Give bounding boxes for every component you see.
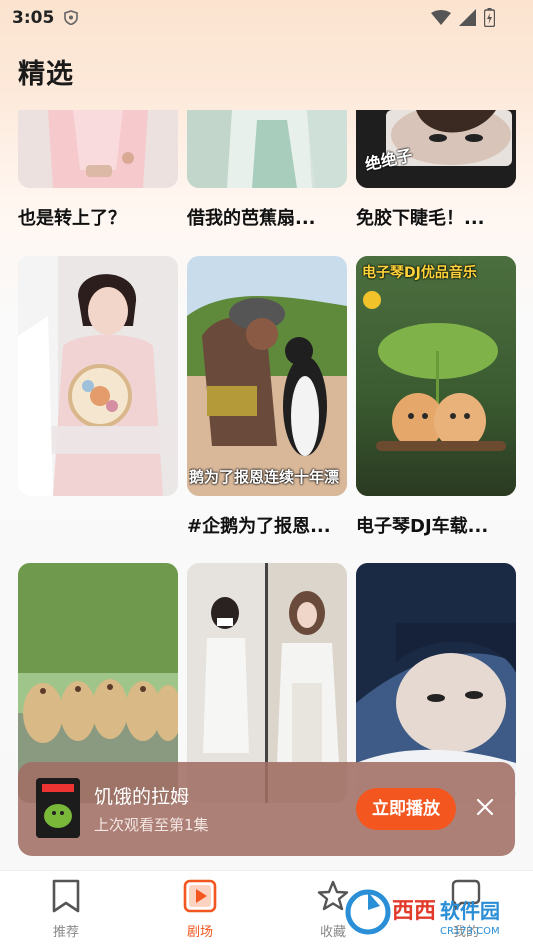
video-thumbnail[interactable]: 鹅为了报恩连续十年漂	[187, 256, 347, 496]
svg-text:软件园: 软件园	[440, 899, 500, 923]
video-title: 借我的芭蕉扇...	[187, 208, 316, 229]
video-title: #企鹅为了报恩...	[187, 516, 331, 537]
video-title: 也是转上了？	[18, 208, 126, 229]
nav-label: 剧场	[186, 925, 213, 940]
video-caption: 电子琴DJ优品音乐	[362, 265, 477, 281]
site-watermark-logo: 西西 软件园 CR173.COM	[345, 889, 500, 937]
video-card[interactable]: 鹅为了报恩连续十年漂 #企鹅为了报恩...	[187, 256, 347, 538]
close-icon[interactable]	[476, 798, 494, 816]
nav-item-recommend[interactable]: 推荐	[21, 879, 111, 940]
video-card[interactable]: 电子琴DJ优品音乐 电子琴DJ车载...	[356, 256, 516, 538]
watch-progress: 上次观看至第1集	[94, 816, 209, 834]
video-title: 免胶下睫毛！...	[356, 208, 485, 229]
video-thumbnail[interactable]	[18, 110, 178, 188]
resume-banner[interactable]: 饥饿的拉姆 上次观看至第1集 立即播放	[18, 762, 515, 856]
video-card[interactable]: 也是转上了？	[18, 110, 178, 230]
video-title: 电子琴DJ车载...	[356, 516, 489, 537]
nav-item-theater[interactable]: 剧场	[155, 879, 245, 940]
drama-cover[interactable]	[36, 778, 80, 838]
play-now-button[interactable]: 立即播放	[356, 788, 456, 830]
video-thumbnail[interactable]: 电子琴DJ优品音乐	[356, 256, 516, 496]
bookmark-icon	[52, 879, 80, 913]
drama-title: 饥饿的拉姆	[94, 786, 190, 808]
video-thumbnail[interactable]: 绝绝子	[356, 110, 516, 188]
play-square-icon	[183, 879, 217, 913]
video-caption: 鹅为了报恩连续十年漂	[189, 468, 340, 486]
video-card[interactable]	[18, 256, 178, 512]
nav-label: 推荐	[52, 925, 79, 940]
video-thumbnail[interactable]	[187, 110, 347, 188]
video-thumbnail[interactable]	[18, 256, 178, 496]
video-card[interactable]: 绝绝子 免胶下睫毛！...	[356, 110, 516, 230]
svg-text:西西: 西西	[392, 899, 436, 924]
svg-text:CR173.COM: CR173.COM	[440, 926, 500, 937]
video-card[interactable]: 借我的芭蕉扇...	[187, 110, 347, 230]
